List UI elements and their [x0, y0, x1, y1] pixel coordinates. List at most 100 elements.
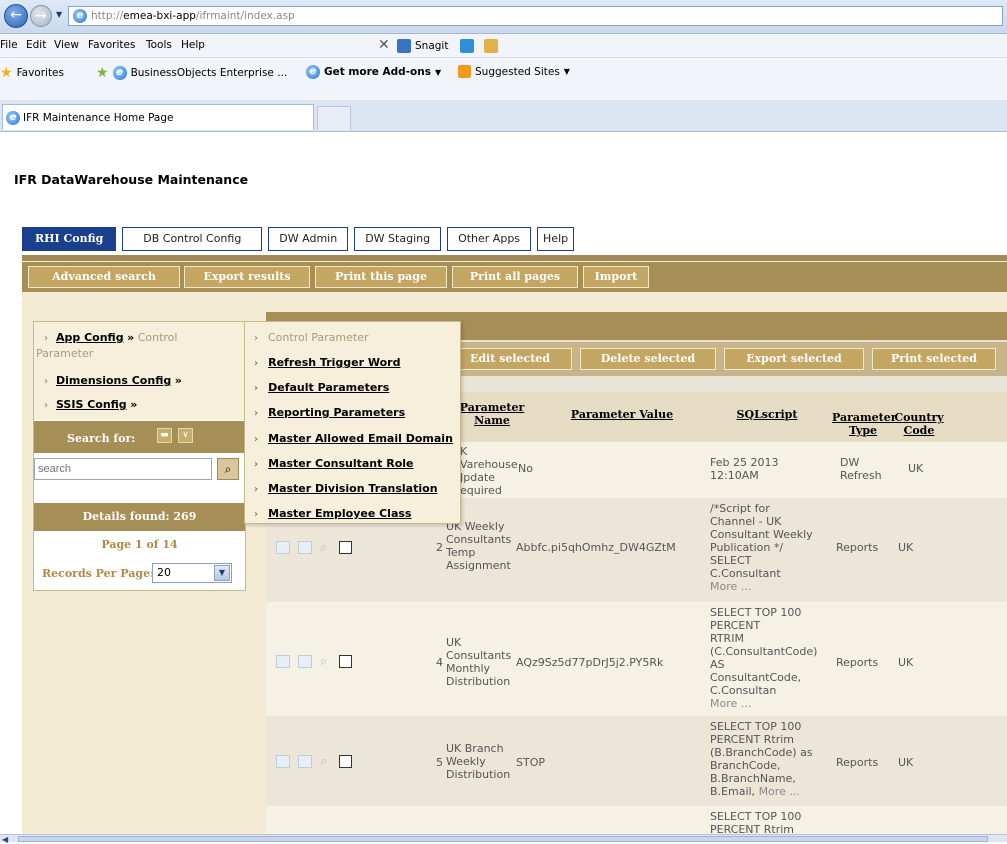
row-checkbox[interactable] — [339, 541, 353, 554]
edit-row-icon[interactable] — [276, 755, 290, 768]
new-tab-button[interactable] — [317, 106, 351, 130]
snagit-toolbar[interactable]: Snagit — [397, 39, 499, 53]
cell-row-number: 4 — [436, 656, 443, 669]
cell-parameter-type: Reports — [836, 656, 879, 669]
expand-search-icon[interactable]: ∨ — [178, 428, 193, 443]
table-row[interactable]: ⌕ 5 UK Branch Weekly Distribution STOP S… — [266, 716, 1007, 806]
magnifier-icon[interactable]: ⌕ — [320, 540, 327, 555]
export-results-button[interactable]: Export results — [184, 266, 310, 288]
menu-file[interactable]: File — [0, 39, 18, 51]
tab-other-apps[interactable]: Other Apps — [447, 227, 532, 251]
records-per-page-select[interactable]: 20 ▼ — [152, 563, 232, 583]
more-link[interactable]: More ... — [710, 697, 751, 710]
favorite-label: BusinessObjects Enterprise ... — [130, 67, 288, 79]
dropdown-item-reporting-parameters[interactable]: › Reporting Parameters — [254, 406, 405, 419]
collapse-search-icon[interactable]: ▬ — [157, 428, 172, 443]
view-row-icon[interactable] — [298, 755, 312, 768]
text-line: (C.ConsultantCode) — [710, 645, 818, 658]
header-label: Country — [894, 411, 944, 424]
dropdown-item-master-allowed-email-domain[interactable]: › Master Allowed Email Domain — [254, 432, 453, 445]
menu-help[interactable]: Help — [181, 39, 205, 51]
dropdown-item-master-employee-class[interactable]: › Master Employee Class — [254, 507, 411, 520]
nav-ssis-config[interactable]: › SSIS Config » — [44, 398, 137, 411]
view-row-icon[interactable] — [298, 655, 312, 668]
search-input[interactable] — [34, 458, 212, 480]
header-sqlscript[interactable]: SQLscript — [712, 408, 822, 421]
header-parameter-type[interactable]: Parameter Type — [832, 411, 897, 437]
cell-row-number: 2 — [436, 541, 443, 554]
tab-help[interactable]: Help — [537, 227, 575, 251]
favorite-get-addons[interactable]: e Get more Add-ons ▼ — [306, 65, 441, 79]
advanced-search-button[interactable]: Advanced search — [28, 266, 180, 288]
menu-edit[interactable]: Edit — [26, 39, 46, 51]
url-input[interactable]: e http://emea-bxi-app/ifrmaint/index.asp — [68, 6, 1003, 26]
print-this-page-button[interactable]: Print this page — [315, 266, 447, 288]
import-button[interactable]: Import — [583, 266, 649, 288]
export-selected-button[interactable]: Export selected — [724, 348, 864, 370]
row-actions: ⌕ — [276, 654, 353, 669]
menu-favorites[interactable]: Favorites — [88, 39, 135, 51]
header-country-code[interactable]: Country Code — [894, 411, 944, 437]
edit-row-icon[interactable] — [276, 655, 290, 668]
search-header — [34, 421, 245, 453]
tab-rhi-config[interactable]: RHI Config — [22, 227, 117, 251]
cell-parameter-name: UK Weekly Consultants Temp Assignment — [446, 520, 516, 572]
tab-dw-admin[interactable]: DW Admin — [268, 227, 349, 251]
nav-app-config[interactable]: › App Config » Control — [44, 331, 177, 344]
header-label: Name — [474, 414, 510, 427]
text-line: B.BranchName, — [710, 772, 796, 785]
dropdown-item-master-division-translation[interactable]: › Master Division Translation — [254, 482, 438, 495]
header-parameter-name[interactable]: Parameter Name — [456, 401, 528, 427]
view-row-icon[interactable] — [298, 541, 312, 554]
back-button[interactable]: ← — [4, 4, 28, 28]
tab-dw-staging[interactable]: DW Staging — [354, 227, 442, 251]
forward-button[interactable]: → — [30, 5, 52, 27]
ie-page-icon: e — [306, 65, 320, 79]
table-row[interactable]: SELECT TOP 100 PERCENT Rtrim — [266, 806, 1007, 834]
scroll-left-icon[interactable]: ◀ — [2, 835, 8, 844]
snagit-editor-icon[interactable] — [484, 39, 499, 53]
cell-parameter-name: UK Consultants Monthly Distribution — [446, 636, 516, 688]
horizontal-scrollbar[interactable]: ◀ — [0, 834, 1007, 844]
url-path: /ifrmaint/index.asp — [195, 10, 295, 22]
chevron-right-icon: › — [254, 509, 259, 520]
cell-sqlscript: SELECT TOP 100 PERCENT Rtrim (B.BranchCo… — [710, 720, 813, 798]
text-line: C.Consultan — [710, 684, 777, 697]
print-selected-button[interactable]: Print selected — [872, 348, 996, 370]
dropdown-item-refresh-trigger-word[interactable]: › Refresh Trigger Word — [254, 356, 401, 369]
more-link[interactable]: More ... — [710, 580, 751, 593]
dropdown-item-master-consultant-role[interactable]: › Master Consultant Role — [254, 457, 413, 470]
item-label: Default Parameters — [268, 381, 390, 394]
scrollbar-thumb[interactable] — [18, 836, 988, 842]
magnifier-icon[interactable]: ⌕ — [320, 754, 327, 769]
close-toolbar-icon[interactable]: ✕ — [378, 37, 390, 53]
dropdown-item-control-parameter[interactable]: › Control Parameter — [254, 331, 369, 344]
edit-row-icon[interactable] — [276, 541, 290, 554]
print-all-pages-button[interactable]: Print all pages — [452, 266, 578, 288]
favorite-suggested-sites[interactable]: Suggested Sites ▼ — [458, 65, 570, 78]
menu-tools[interactable]: Tools — [146, 39, 172, 51]
dropdown-item-default-parameters[interactable]: › Default Parameters — [254, 381, 389, 394]
row-checkbox[interactable] — [339, 655, 353, 668]
chevron-down-icon[interactable]: ▼ — [214, 565, 230, 581]
menu-view[interactable]: View — [54, 39, 79, 51]
favorite-label: Get more Add-ons — [324, 66, 431, 78]
search-button[interactable]: ⌕ — [217, 458, 239, 480]
tab-db-control-config[interactable]: DB Control Config — [122, 227, 263, 251]
favorite-businessobjects[interactable]: ★ e BusinessObjects Enterprise ... — [96, 65, 287, 81]
more-link[interactable]: More ... — [759, 785, 800, 798]
cell-country-code: UK — [898, 756, 914, 769]
nav-dimensions-config[interactable]: › Dimensions Config » — [44, 374, 182, 387]
row-checkbox[interactable] — [339, 755, 353, 768]
delete-selected-button[interactable]: Delete selected — [580, 348, 716, 370]
header-parameter-value[interactable]: Parameter Value — [542, 408, 702, 421]
table-row[interactable]: ⌕ 4 UK Consultants Monthly Distribution … — [266, 602, 1007, 716]
edit-selected-button[interactable]: Edit selected — [448, 348, 572, 370]
text-line: Consultants — [446, 533, 512, 546]
item-label: Master Consultant Role — [268, 457, 414, 470]
browser-tab-active[interactable]: e IFR Maintenance Home Page — [2, 104, 314, 130]
favorites-button[interactable]: ★ Favorites — [0, 65, 64, 81]
recent-pages-dropdown-icon[interactable]: ▼ — [56, 10, 62, 19]
snagit-capture-icon[interactable] — [460, 39, 475, 53]
magnifier-icon[interactable]: ⌕ — [320, 654, 327, 669]
